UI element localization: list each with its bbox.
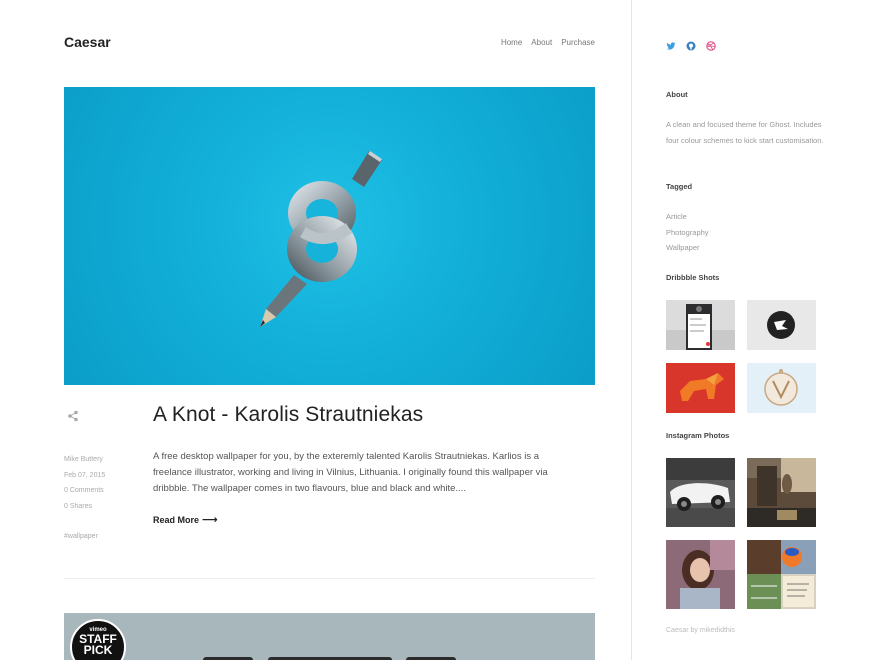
tag-link-article[interactable]: Article <box>666 209 709 225</box>
instagram-photo[interactable] <box>666 540 735 609</box>
next-post-hero-image[interactable]: vimeo STAFF PICK <box>64 613 595 660</box>
dribbble-shot[interactable] <box>666 300 735 350</box>
post-excerpt: A free desktop wallpaper for you, by the… <box>153 451 548 494</box>
tagged-heading: Tagged <box>666 182 693 191</box>
dribbble-shot[interactable] <box>747 363 816 413</box>
post-hero-image[interactable] <box>64 87 595 385</box>
dribbble-shot[interactable] <box>747 300 816 350</box>
tag-link-photography[interactable]: Photography <box>666 225 709 241</box>
nav-link-home[interactable]: Home <box>501 38 522 47</box>
about-heading: About <box>666 90 688 99</box>
share-icon[interactable] <box>66 409 80 423</box>
read-more-label: Read More <box>153 515 200 525</box>
instagram-photo[interactable] <box>666 458 735 527</box>
instagram-heading: Instagram Photos <box>666 431 730 440</box>
post-title[interactable]: A Knot - Karolis Strautniekas <box>153 403 423 427</box>
badge-main-text: STAFF PICK <box>79 632 117 657</box>
read-more-link[interactable]: Read More ⟶ <box>153 513 218 526</box>
twitter-icon[interactable] <box>666 38 676 50</box>
post-divider <box>64 578 595 579</box>
instagram-photo[interactable] <box>747 540 816 609</box>
vimeo-staff-pick-badge: vimeo STAFF PICK <box>70 619 126 660</box>
dribbble-shot[interactable] <box>666 363 735 413</box>
social-links <box>666 38 716 51</box>
arrow-right-icon: ⟶ <box>202 513 218 526</box>
knot-pencil-illustration <box>260 151 382 327</box>
post-author[interactable]: Mike Buttery <box>64 452 134 468</box>
instagram-photo[interactable] <box>747 458 816 527</box>
post-date: Feb 07, 2015 <box>64 471 106 479</box>
tag-list: Article Photography Wallpaper <box>666 209 709 256</box>
post-tag[interactable]: #wallpaper <box>64 529 134 545</box>
dribbble-heading: Dribbble Shots <box>666 273 720 282</box>
nav-link-purchase[interactable]: Purchase <box>561 38 595 47</box>
post-meta: Mike Buttery Feb 07, 2015 0 Comments 0 S… <box>64 452 134 545</box>
top-nav: Home About Purchase <box>501 38 595 47</box>
post-shares: 0 Shares <box>64 502 93 510</box>
post-comments[interactable]: 0 Comments <box>64 483 134 499</box>
dribbble-icon[interactable] <box>706 38 716 51</box>
tag-link-wallpaper[interactable]: Wallpaper <box>666 240 709 256</box>
nav-link-about[interactable]: About <box>531 38 552 47</box>
about-text: A clean and focused theme for Ghost. Inc… <box>666 120 824 145</box>
sidebar-footer: Caesar by mikedidthis <box>666 627 735 634</box>
main-column: Caesar Home About Purchase Mike Buttery … <box>0 0 631 660</box>
sidebar: About A clean and focused theme for Ghos… <box>632 0 880 660</box>
github-icon[interactable] <box>686 38 696 51</box>
site-brand[interactable]: Caesar <box>64 34 111 50</box>
